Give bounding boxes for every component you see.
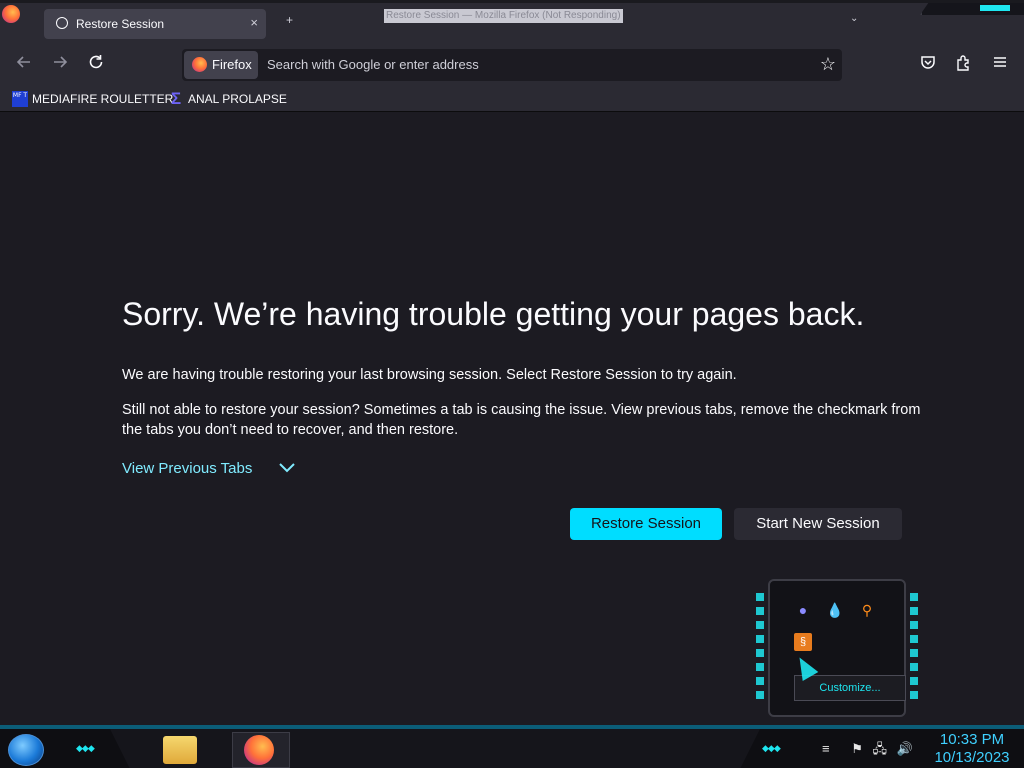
arrow-left-icon: [16, 56, 30, 68]
firefox-icon: [244, 735, 274, 765]
action-center-flag-icon[interactable]: ⚑: [851, 741, 863, 756]
file-explorer-icon[interactable]: [163, 736, 197, 764]
start-button[interactable]: [8, 734, 44, 766]
extensions-icon: [957, 55, 969, 71]
back-button[interactable]: [12, 53, 36, 77]
popup-right-trim: [910, 593, 918, 705]
identity-box[interactable]: Firefox: [184, 51, 258, 79]
taskbar-clock[interactable]: 10:33 PM 10/13/2023: [922, 731, 1022, 767]
start-new-session-button[interactable]: Start New Session: [734, 508, 902, 540]
pocket-icon: [921, 56, 935, 69]
page-title: Sorry. We’re having trouble getting your…: [122, 296, 865, 332]
firefox-icon: [192, 57, 207, 72]
customize-button[interactable]: Customize...: [794, 675, 906, 701]
tab-list-chevron-icon[interactable]: ⌄: [850, 13, 858, 24]
hamburger-menu-icon: [994, 57, 1006, 67]
reload-icon: [89, 55, 103, 69]
tab-label: Restore Session: [76, 17, 165, 31]
firefox-logo-icon[interactable]: [2, 5, 20, 23]
system-tray: ≡ ⚑ 🖧 🔊: [822, 740, 913, 762]
arrow-right-icon: [54, 56, 68, 68]
forward-button[interactable]: [48, 53, 72, 77]
taskbar-deco-dots: ◆◆◆: [762, 743, 781, 753]
tab-info-icon: [56, 17, 68, 29]
nav-toolbar: Firefox Search with Google or enter addr…: [0, 44, 1024, 86]
tray-chevron-icon[interactable]: ≡: [822, 741, 830, 756]
url-input[interactable]: Search with Google or enter address: [267, 57, 479, 72]
instructions-paragraph: Still not able to restore your session? …: [122, 402, 921, 438]
tray-overflow-popup: ● 💧 ⚲ § Customize...: [756, 579, 918, 719]
droplet-tray-icon[interactable]: 💧: [826, 601, 844, 619]
clock-date: 10/13/2023: [934, 749, 1010, 766]
taskbar-deco-dots: ◆◆◆: [76, 743, 95, 753]
camera-tray-icon[interactable]: ●: [794, 601, 812, 619]
mediafire-favicon-icon: MF T: [12, 91, 28, 107]
restore-session-button[interactable]: Restore Session: [570, 508, 722, 540]
taskbar: ◆◆◆ ◆◆◆ ≡ ⚑ 🖧 🔊 10:33 PM 10/13/2023: [0, 725, 1024, 768]
sigma-icon: Σ: [170, 89, 182, 108]
new-tab-button[interactable]: +: [286, 13, 293, 27]
tab-close-icon[interactable]: ×: [250, 15, 258, 30]
chevron-down-icon[interactable]: [277, 459, 297, 477]
view-previous-tabs-link[interactable]: View Previous Tabs: [122, 460, 252, 477]
star-icon[interactable]: ☆: [820, 54, 836, 75]
window-title: Restore Session — Mozilla Firefox (Not R…: [384, 9, 623, 23]
search-tray-icon[interactable]: ⚲: [858, 601, 876, 619]
pocket-button[interactable]: [917, 54, 939, 77]
volume-icon[interactable]: 🔊: [897, 741, 913, 756]
network-icon[interactable]: 🖧: [873, 741, 888, 756]
tab-restore-session[interactable]: Restore Session ×: [44, 9, 266, 39]
address-bar[interactable]: Firefox Search with Google or enter addr…: [182, 49, 842, 81]
taskbar-firefox-button[interactable]: [232, 732, 290, 768]
tray-popup-body: ● 💧 ⚲ § Customize...: [768, 579, 906, 717]
taskbar-band: [110, 729, 760, 768]
identity-label: Firefox: [212, 57, 252, 72]
window-controls[interactable]: [920, 3, 1024, 15]
clock-time: 10:33 PM: [939, 731, 1005, 748]
bookmark-label: MEDIAFIRE ROULETTER: [32, 92, 174, 106]
reload-button[interactable]: [84, 53, 108, 77]
description-paragraph: We are having trouble restoring your las…: [122, 367, 737, 383]
bookmark-label: ANAL PROLAPSE: [188, 92, 287, 106]
extensions-button[interactable]: [953, 54, 975, 77]
bookmarks-toolbar: MF T MEDIAFIRE ROULETTER Σ ANAL PROLAPSE: [0, 86, 1024, 112]
title-bar: Restore Session × + Restore Session — Mo…: [0, 0, 1024, 44]
popup-left-trim: [756, 593, 764, 705]
app-tray-icon[interactable]: §: [794, 633, 812, 651]
app-menu-button[interactable]: [989, 54, 1011, 75]
